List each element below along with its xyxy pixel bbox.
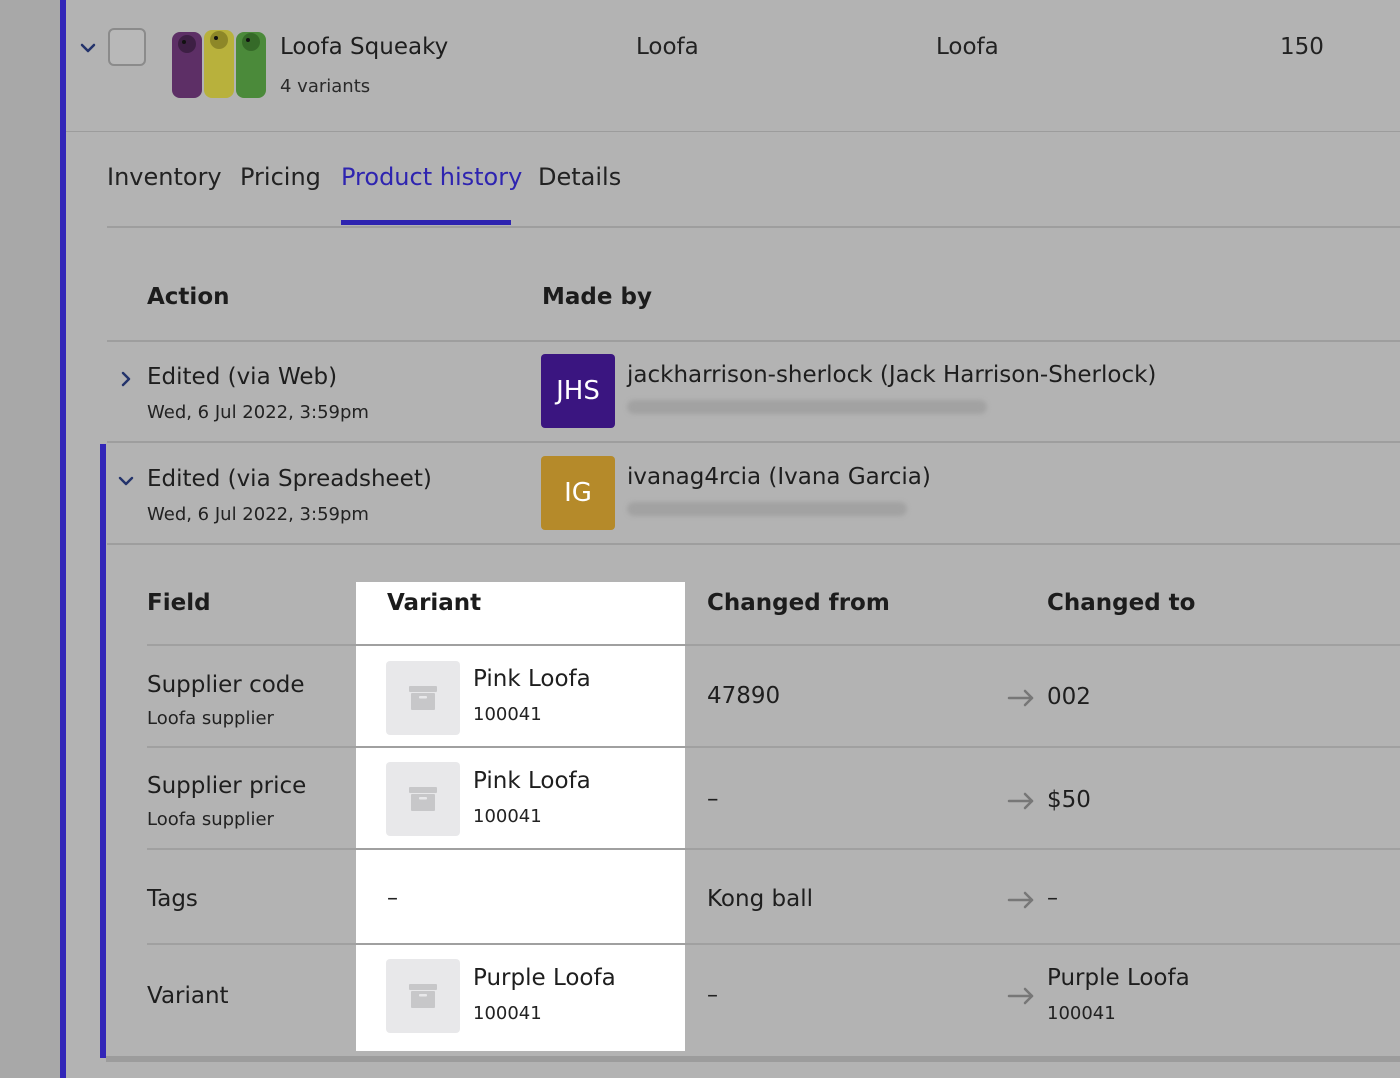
history-row[interactable]: Edited (via Web) Wed, 6 Jul 2022, 3:59pm… [107, 342, 1400, 443]
field-name: Supplier price [147, 773, 307, 799]
changed-from-value: – [707, 786, 719, 812]
box-icon [409, 686, 437, 710]
changed-to-value: Purple Loofa [1047, 965, 1190, 991]
box-icon [409, 787, 437, 811]
box-icon [409, 984, 437, 1008]
changed-from-value: – [707, 983, 718, 1008]
variant-sku: 100041 [473, 704, 542, 725]
variant-sku: 100041 [473, 1003, 542, 1024]
product-thumbnail [172, 30, 266, 98]
arrow-right-icon [1007, 792, 1034, 810]
chevron-down-icon[interactable] [78, 38, 98, 58]
history-user-name: ivanag4rcia (Ivana Garcia) [627, 464, 931, 490]
history-user-name: jackharrison-sherlock (Jack Harrison-She… [627, 362, 1157, 388]
variant-thumbnail [386, 661, 460, 735]
changed-to-value: 002 [1047, 684, 1091, 710]
field-name: Supplier code [147, 672, 305, 698]
variant-name: Pink Loofa [473, 768, 591, 794]
tab-bar: Inventory Pricing Product history Detail… [107, 133, 1400, 228]
expanded-section-bottom-edge [106, 1056, 1400, 1062]
changed-from-value: Kong ball [707, 886, 813, 912]
details-table-header: Field Variant Changed from Changed to [147, 546, 1400, 646]
history-date: Wed, 6 Jul 2022, 3:59pm [147, 504, 369, 525]
tab-inventory[interactable]: Inventory [107, 163, 222, 191]
variant-sku: 100041 [473, 806, 542, 827]
product-name[interactable]: Loofa Squeaky [280, 34, 448, 60]
history-row-expanded[interactable]: Edited (via Spreadsheet) Wed, 6 Jul 2022… [107, 444, 1400, 545]
changed-from-value: 47890 [707, 683, 781, 709]
variant-name: Pink Loofa [473, 666, 591, 692]
header-field: Field [147, 590, 211, 616]
arrow-right-icon [1007, 891, 1034, 909]
header-action: Action [147, 284, 230, 310]
history-date: Wed, 6 Jul 2022, 3:59pm [147, 402, 369, 423]
history-action: Edited (via Spreadsheet) [147, 466, 432, 492]
expanded-row-accent [100, 444, 106, 1058]
changed-to-value: $50 [1047, 787, 1091, 813]
blurred-email [627, 400, 987, 414]
tab-details[interactable]: Details [538, 163, 621, 191]
active-tab-indicator [341, 220, 511, 225]
changed-to-value: – [1047, 886, 1058, 911]
variant-count: 4 variants [280, 76, 371, 97]
changed-to-sku: 100041 [1047, 1003, 1116, 1024]
header-changed-from: Changed from [707, 590, 890, 616]
product-checkbox[interactable] [108, 28, 146, 66]
field-subtitle: Loofa supplier [147, 809, 274, 830]
arrow-right-icon [1007, 987, 1034, 1005]
product-quantity: 150 [1280, 34, 1324, 60]
field-subtitle: Loofa supplier [147, 708, 274, 729]
table-row: Variant Purple Loofa 100041 – Purple Loo… [147, 945, 1400, 1053]
variant-thumbnail [386, 959, 460, 1033]
table-row: Supplier price Loofa supplier Pink Loofa… [147, 748, 1400, 850]
history-action: Edited (via Web) [147, 364, 338, 390]
chevron-right-icon[interactable] [117, 370, 135, 388]
product-panel: Loofa Squeaky 4 variants Loofa Loofa 150… [66, 0, 1400, 1078]
table-row: Tags – Kong ball – [147, 850, 1400, 945]
arrow-right-icon [1007, 689, 1034, 707]
product-row[interactable]: Loofa Squeaky 4 variants Loofa Loofa 150 [66, 0, 1400, 132]
avatar: IG [541, 456, 615, 530]
tab-product-history[interactable]: Product history [341, 163, 522, 191]
field-name: Tags [147, 886, 198, 912]
chevron-down-icon[interactable] [117, 472, 135, 490]
variant-thumbnail [386, 762, 460, 836]
blurred-email [627, 502, 907, 516]
product-type: Loofa [936, 34, 999, 60]
variant-name: Purple Loofa [473, 965, 616, 991]
field-name: Variant [147, 983, 229, 1009]
header-made-by: Made by [542, 284, 652, 310]
product-brand: Loofa [636, 34, 699, 60]
header-variant: Variant [387, 590, 482, 616]
tab-pricing[interactable]: Pricing [240, 163, 321, 191]
header-changed-to: Changed to [1047, 590, 1196, 616]
history-table-header: Action Made by [107, 228, 1400, 342]
variant-name: – [387, 886, 398, 911]
table-row: Supplier code Loofa supplier Pink Loofa … [147, 646, 1400, 748]
avatar: JHS [541, 354, 615, 428]
